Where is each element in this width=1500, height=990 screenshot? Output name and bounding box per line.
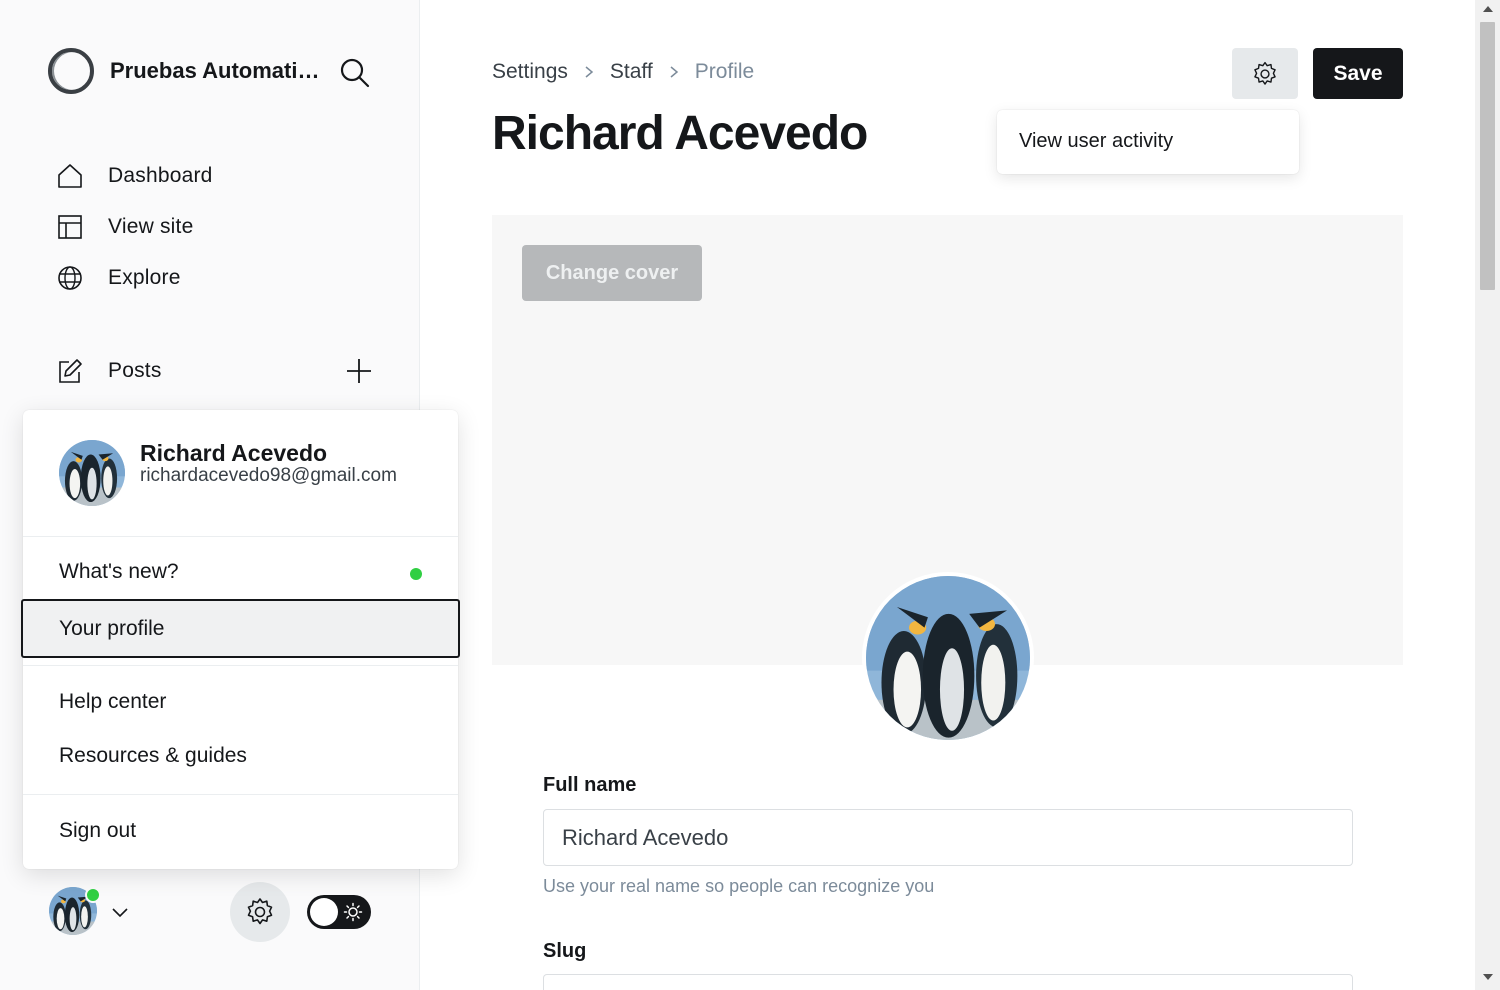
edit-icon (56, 357, 84, 385)
site-brand[interactable]: Pruebas Automatizadas (48, 48, 320, 94)
user-email: richardacevedo98@gmail.com (140, 465, 397, 486)
menu-item-label: Resources & guides (59, 744, 247, 767)
nav-label: Explore (108, 265, 181, 289)
user-actions-dropdown: View user activity (997, 110, 1299, 174)
menu-divider (23, 536, 458, 537)
scroll-down-arrow-icon[interactable] (1483, 974, 1493, 980)
breadcrumb-staff[interactable]: Staff (610, 60, 653, 84)
avatar (59, 440, 125, 506)
user-name: Richard Acevedo (140, 440, 328, 466)
nav-label: Posts (108, 358, 162, 382)
search-icon[interactable] (338, 56, 372, 90)
home-icon (56, 162, 84, 190)
settings-button[interactable] (230, 882, 290, 942)
nav-item-explore[interactable]: Explore (56, 252, 213, 303)
nav-item-posts[interactable]: Posts (56, 345, 376, 396)
slug-label: Slug (543, 940, 587, 962)
user-actions-button[interactable] (1232, 48, 1298, 99)
dark-mode-toggle[interactable] (307, 895, 371, 929)
change-cover-button[interactable]: Change cover (522, 245, 702, 301)
page-scrollbar[interactable] (1475, 0, 1500, 990)
menu-item-label: What's new? (59, 560, 179, 583)
menu-item-help-center[interactable]: Help center (23, 675, 458, 729)
layout-icon (56, 213, 84, 241)
nav-label: Dashboard (108, 163, 213, 187)
slug-input[interactable] (543, 974, 1353, 990)
menu-item-your-profile[interactable]: Your profile (21, 599, 460, 658)
site-logo-icon (48, 48, 94, 94)
chevron-right-icon (667, 65, 681, 79)
breadcrumb-settings[interactable]: Settings (492, 60, 568, 84)
page-title: Richard Acevedo (492, 107, 868, 160)
nav-item-dashboard[interactable]: Dashboard (56, 150, 213, 201)
scroll-up-arrow-icon[interactable] (1483, 6, 1493, 12)
new-post-plus-icon[interactable] (344, 356, 374, 386)
menu-divider (23, 794, 458, 795)
save-button[interactable]: Save (1313, 48, 1403, 99)
chevron-down-icon[interactable] (110, 902, 130, 922)
profile-avatar[interactable] (862, 572, 1034, 744)
gear-icon (1251, 60, 1279, 88)
menu-item-sign-out[interactable]: Sign out (23, 804, 458, 858)
view-user-activity-item[interactable]: View user activity (1019, 130, 1173, 153)
menu-item-whats-new[interactable]: What's new? (23, 545, 458, 599)
chevron-right-icon (582, 65, 596, 79)
menu-user-info: Richard Acevedo richardacevedo98@gmail.c… (59, 440, 410, 506)
full-name-label: Full name (543, 774, 637, 796)
toggle-knob (310, 898, 338, 926)
account-menu: Richard Acevedo richardacevedo98@gmail.c… (21, 410, 460, 869)
breadcrumb-profile: Profile (694, 60, 755, 83)
menu-item-label: Sign out (59, 819, 137, 842)
full-name-input[interactable] (543, 809, 1353, 866)
menu-item-label: Help center (59, 690, 167, 713)
site-name: Pruebas Automatizadas (110, 58, 320, 83)
nav-item-view-site[interactable]: View site (56, 201, 213, 252)
full-name-help: Use your real name so people can recogni… (543, 876, 935, 896)
main-nav: Dashboard View site Explore (56, 150, 213, 303)
menu-divider (23, 665, 458, 666)
menu-item-resources[interactable]: Resources & guides (23, 729, 458, 783)
scroll-thumb[interactable] (1480, 22, 1495, 290)
nav-label: View site (108, 214, 194, 238)
online-status-dot (85, 887, 101, 903)
breadcrumb: Settings Staff Profile (492, 60, 754, 84)
sun-icon (343, 902, 363, 922)
globe-icon (56, 264, 84, 292)
new-updates-dot (410, 568, 422, 580)
gear-icon (244, 896, 276, 928)
menu-item-label: Your profile (59, 616, 165, 640)
